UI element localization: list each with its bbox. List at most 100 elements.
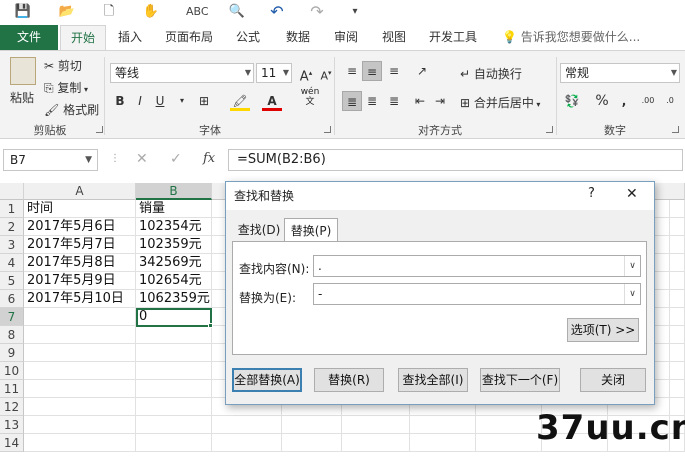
underline-dropdown-icon[interactable]: ▾ [172, 91, 192, 111]
close-icon[interactable]: ✕ [626, 186, 638, 202]
cell[interactable] [24, 398, 136, 416]
chevron-down-icon[interactable]: ∨ [624, 256, 640, 276]
cell[interactable] [670, 380, 685, 398]
name-box[interactable]: B7 ▼ [3, 149, 98, 171]
cell[interactable] [136, 344, 212, 362]
chevron-down-icon[interactable]: ∨ [624, 284, 640, 304]
tab-insert[interactable]: 插入 [110, 25, 150, 50]
cell[interactable] [670, 362, 685, 380]
cell[interactable]: 102359元 [136, 236, 212, 254]
row-header[interactable]: 14 [0, 434, 24, 452]
find-all-button[interactable]: 查找全部(I) [398, 368, 468, 392]
tab-find[interactable]: 查找(D) [234, 218, 284, 242]
cell[interactable] [136, 380, 212, 398]
cell[interactable] [670, 344, 685, 362]
cell[interactable] [342, 416, 410, 434]
cell[interactable]: 2017年5月10日 [24, 290, 136, 308]
column-header-a[interactable]: A [24, 183, 136, 200]
cell[interactable] [282, 434, 342, 452]
cell[interactable] [670, 272, 685, 290]
row-header[interactable]: 11 [0, 380, 24, 398]
cell[interactable]: 102354元 [136, 218, 212, 236]
cell[interactable] [410, 416, 476, 434]
cell[interactable] [24, 308, 136, 326]
tab-review[interactable]: 审阅 [326, 25, 366, 50]
enter-icon[interactable]: ✓ [170, 151, 182, 167]
decrease-decimal-icon[interactable]: .0 [660, 91, 680, 111]
cell[interactable] [24, 380, 136, 398]
cell[interactable] [136, 434, 212, 452]
align-center-icon[interactable]: ≣ [362, 91, 382, 111]
touch-icon[interactable]: ✋ [142, 3, 160, 21]
format-painter-button[interactable]: 🖌 格式刷 [44, 101, 99, 118]
align-right-icon[interactable]: ≣ [384, 91, 404, 111]
align-bottom-icon[interactable]: ≡ [384, 61, 404, 81]
row-header[interactable]: 13 [0, 416, 24, 434]
insert-function-icon[interactable]: fx [203, 151, 215, 166]
align-middle-icon[interactable]: ≡ [362, 61, 382, 81]
clipboard-launcher[interactable] [96, 126, 103, 133]
preview-icon[interactable]: 🔍 [228, 3, 246, 21]
options-button[interactable]: 选项(T) >> [567, 318, 639, 342]
row-header[interactable]: 12 [0, 398, 24, 416]
save-icon[interactable]: 💾 [14, 3, 32, 21]
tab-data[interactable]: 数据 [278, 25, 318, 50]
row-header[interactable]: 4 [0, 254, 24, 272]
tab-formulas[interactable]: 公式 [228, 25, 268, 50]
tab-home[interactable]: 开始 [60, 25, 106, 50]
cell[interactable] [476, 416, 542, 434]
underline-button[interactable]: U [150, 91, 170, 111]
tell-me-box[interactable]: 💡 告诉我您想要做什么... [502, 25, 640, 50]
row-header[interactable]: 9 [0, 344, 24, 362]
help-button[interactable]: ? [588, 186, 595, 201]
cell[interactable] [212, 434, 282, 452]
cell[interactable] [24, 416, 136, 434]
row-header[interactable]: 5 [0, 272, 24, 290]
row-header[interactable]: 2 [0, 218, 24, 236]
row-header[interactable]: 10 [0, 362, 24, 380]
tab-page-layout[interactable]: 页面布局 [160, 25, 218, 50]
cell[interactable] [476, 434, 542, 452]
find-input[interactable]: . ∨ [313, 255, 641, 277]
open-icon[interactable]: 📂 [58, 3, 76, 21]
cell[interactable] [212, 416, 282, 434]
shrink-font-icon[interactable]: A▾ [316, 63, 336, 83]
cell[interactable] [670, 308, 685, 326]
close-button[interactable]: 关闭 [580, 368, 646, 392]
cell[interactable] [136, 398, 212, 416]
cell[interactable]: 销量 [136, 200, 212, 218]
replace-input[interactable]: - ∨ [313, 283, 641, 305]
align-left-icon[interactable]: ≣ [342, 91, 362, 111]
tab-replace[interactable]: 替换(P) [284, 218, 338, 242]
cell[interactable] [670, 218, 685, 236]
column-header-b[interactable]: B [136, 183, 212, 200]
alignment-launcher[interactable] [546, 126, 553, 133]
number-format-select[interactable]: 常规 ▼ [560, 63, 680, 83]
spelling-icon[interactable]: ABC [186, 3, 209, 21]
row-header[interactable]: 7 [0, 308, 24, 326]
cell[interactable] [282, 416, 342, 434]
cell[interactable] [670, 236, 685, 254]
increase-indent-icon[interactable]: ⇥ [430, 91, 450, 111]
align-top-icon[interactable]: ≡ [342, 61, 362, 81]
redo-icon[interactable]: ↷ [308, 3, 326, 21]
border-icon[interactable]: ⊞ [194, 91, 214, 111]
cell[interactable]: 2017年5月8日 [24, 254, 136, 272]
tab-developer[interactable]: 开发工具 [424, 25, 482, 50]
cell[interactable] [342, 434, 410, 452]
cancel-icon[interactable]: ✕ [136, 151, 148, 167]
cell[interactable]: 1062359元 [136, 290, 212, 308]
cell[interactable] [670, 254, 685, 272]
fill-handle[interactable] [208, 323, 213, 328]
decrease-indent-icon[interactable]: ⇤ [410, 91, 430, 111]
paste-icon[interactable] [10, 57, 36, 85]
select-all-corner[interactable] [0, 183, 24, 200]
cell[interactable] [24, 434, 136, 452]
customize-icon[interactable]: ▾ [346, 3, 364, 21]
font-name-select[interactable]: 等线 ▼ [110, 63, 254, 83]
row-header[interactable]: 8 [0, 326, 24, 344]
replace-button[interactable]: 替换(R) [314, 368, 384, 392]
new-icon[interactable]: 🗋 [100, 3, 118, 21]
cell[interactable] [670, 200, 685, 218]
font-size-select[interactable]: 11 ▼ [256, 63, 292, 83]
